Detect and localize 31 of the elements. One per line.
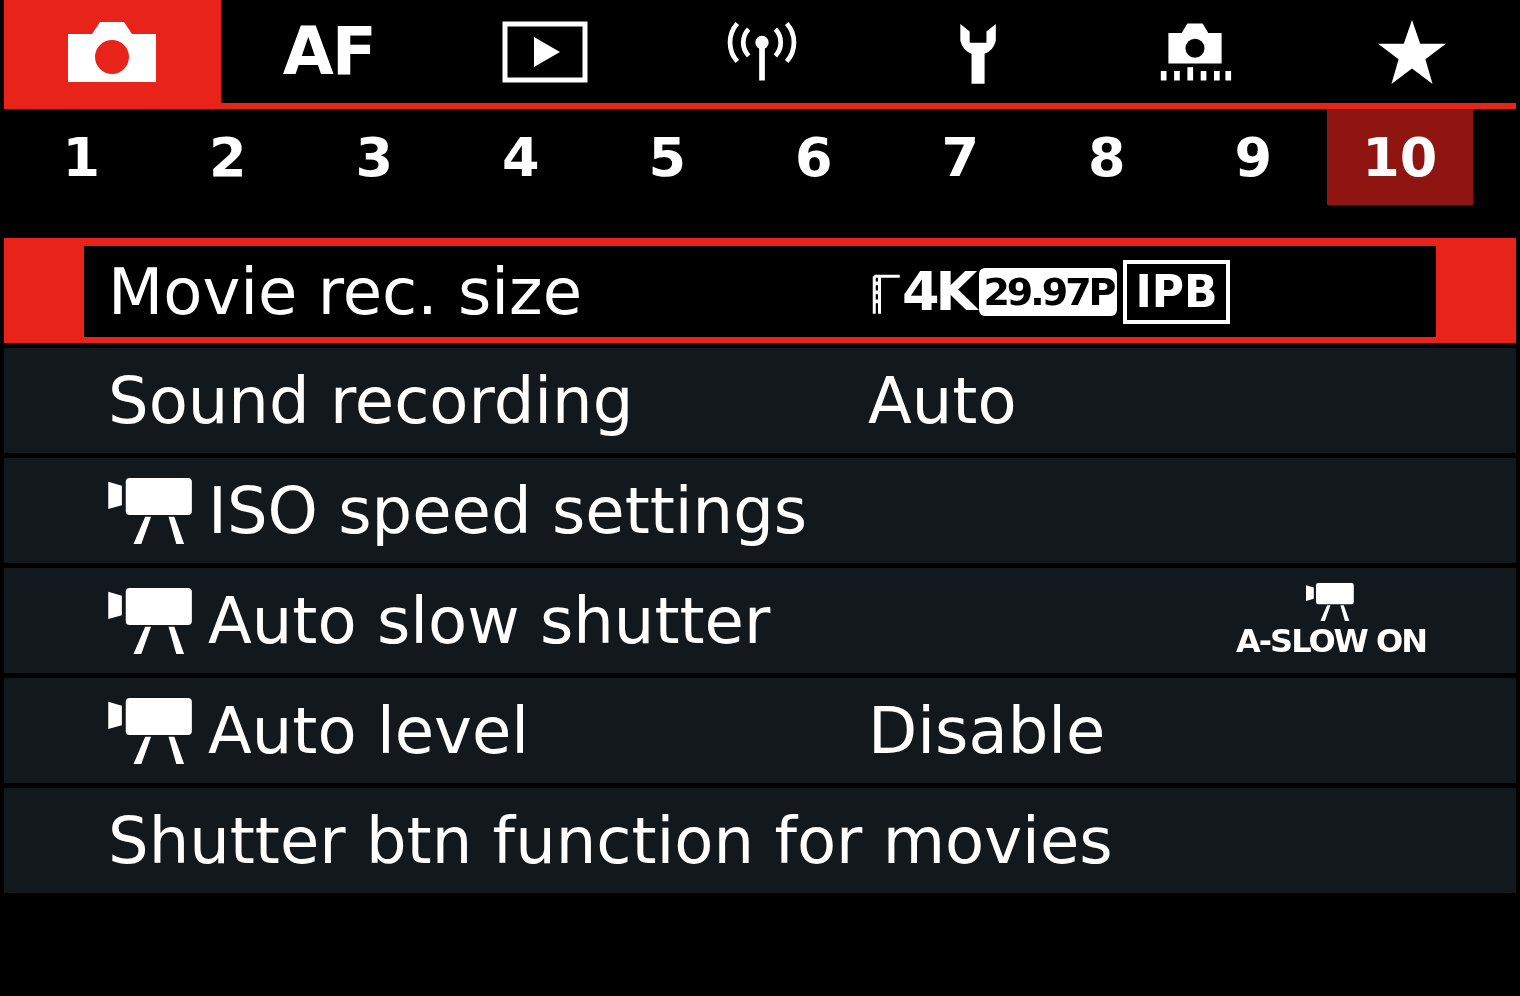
item-label: Movie rec. size <box>108 254 582 329</box>
compression-badge: IPB <box>1123 259 1230 324</box>
item-label: Auto slow shutter <box>208 583 771 658</box>
page-tab[interactable]: 7 <box>887 109 1034 205</box>
page-tab[interactable]: 1 <box>8 109 155 205</box>
item-label: Sound recording <box>108 363 634 438</box>
menu-item[interactable]: Sound recording Auto <box>4 348 1516 453</box>
page-tab[interactable]: 6 <box>740 109 887 205</box>
page-tab[interactable]: 5 <box>594 109 741 205</box>
page-tab[interactable]: 4 <box>447 109 594 205</box>
item-label: Auto level <box>208 693 530 768</box>
item-value: A-SLOW ON <box>1236 622 1426 660</box>
item-label: ISO speed settings <box>208 473 808 548</box>
page-tab[interactable]: 9 <box>1180 109 1327 205</box>
menu-item[interactable]: Shutter btn function for movies <box>4 788 1516 893</box>
movie-camera-icon <box>1306 582 1356 622</box>
frame-rate-badge: 29.97P <box>979 267 1118 316</box>
menu-item[interactable]: ISO speed settings <box>4 458 1516 563</box>
menu-item[interactable]: Auto slow shutter A-SLOW ON <box>4 568 1516 673</box>
page-tab[interactable]: 8 <box>1033 109 1180 205</box>
menu-item[interactable]: Movie rec. size 4K 29.97P IPB <box>4 238 1516 343</box>
page-tab[interactable]: 3 <box>301 109 448 205</box>
page-tab[interactable]: 10 <box>1326 109 1473 205</box>
page-tab[interactable]: 2 <box>154 109 301 205</box>
menu-item[interactable]: Auto level Disable <box>4 678 1516 783</box>
resolution-label: 4K <box>902 264 974 319</box>
item-label: Shutter btn function for movies <box>108 803 1113 878</box>
item-value: Disable <box>868 693 1106 768</box>
play-icon <box>502 20 589 83</box>
menu-tab[interactable]: AF <box>220 0 438 103</box>
item-value: Auto <box>868 363 1017 438</box>
